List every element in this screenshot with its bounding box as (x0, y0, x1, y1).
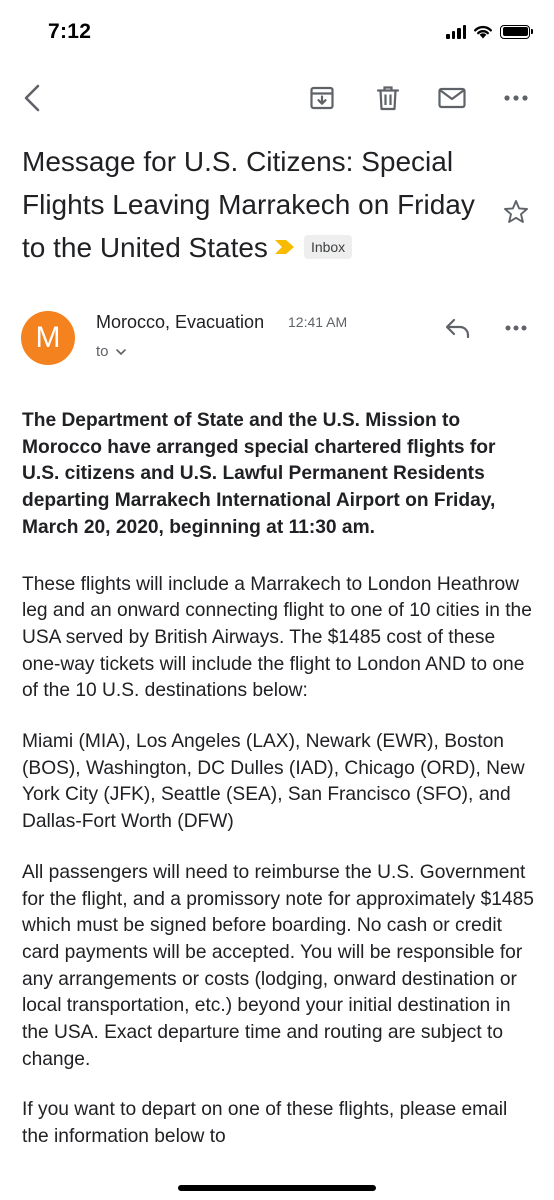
delete-button[interactable] (368, 78, 408, 118)
more-options-button[interactable] (496, 78, 536, 118)
more-horizontal-icon (505, 325, 527, 331)
body-paragraph-lead: The Department of State and the U.S. Mis… (22, 410, 496, 538)
body-paragraph: If you want to depart on one of these fl… (22, 1099, 508, 1148)
message-body: The Department of State and the U.S. Mis… (22, 408, 534, 1175)
trash-icon (376, 86, 400, 111)
sender-avatar[interactable]: M (21, 311, 75, 365)
status-bar: 7:12 (0, 0, 554, 66)
sender-name: Morocco, Evacuation (96, 312, 265, 332)
home-indicator[interactable] (178, 1185, 376, 1191)
reply-icon (445, 318, 470, 339)
chevron-down-icon (115, 348, 126, 355)
body-paragraph: Miami (MIA), Los Angeles (LAX), Newark (… (22, 731, 525, 833)
archive-button[interactable] (302, 78, 342, 118)
status-time: 7:12 (48, 20, 92, 43)
label-chip-inbox[interactable]: Inbox (303, 234, 353, 259)
chevron-left-icon (24, 84, 40, 112)
status-icons (446, 24, 533, 39)
recipients-toggle[interactable]: to (96, 343, 127, 360)
importance-marker-icon[interactable] (274, 239, 296, 255)
message-time: 12:41 AM (288, 314, 348, 330)
battery-icon (500, 24, 533, 39)
body-paragraph: These flights will include a Marrakech t… (22, 573, 532, 702)
mark-unread-button[interactable] (432, 78, 472, 118)
archive-icon (310, 86, 334, 110)
subject-text: Message for U.S. Citizens: Special Fligh… (22, 146, 475, 263)
message-subject: Message for U.S. Citizens: Special Fligh… (22, 140, 492, 269)
body-paragraph: All passengers will need to reimburse th… (22, 861, 534, 1070)
sender-header: M Morocco, Evacuation 12:41 AM to (0, 304, 554, 374)
subject-tags: Inbox (274, 234, 353, 259)
recipients-label: to (96, 343, 109, 360)
wifi-icon (474, 25, 492, 39)
message-toolbar (0, 78, 554, 118)
star-button[interactable] (500, 196, 532, 228)
mail-icon (438, 87, 466, 109)
reply-button[interactable] (440, 312, 476, 344)
back-button[interactable] (12, 78, 52, 118)
cellular-signal-icon (446, 24, 466, 39)
message-more-button[interactable] (498, 312, 534, 344)
more-horizontal-icon (504, 95, 528, 101)
star-icon (504, 200, 528, 223)
